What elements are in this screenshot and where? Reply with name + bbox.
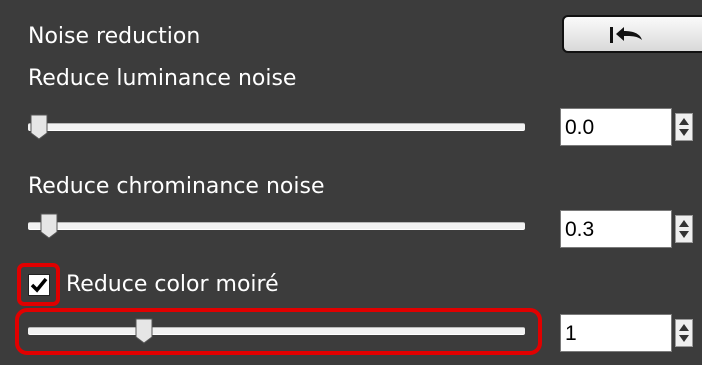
- spin-up-icon: [679, 118, 689, 125]
- luminance-spinner[interactable]: [675, 113, 693, 141]
- spin-down-icon: [679, 231, 689, 238]
- slider-track: [28, 222, 525, 230]
- checkmark-icon: [30, 277, 48, 293]
- chrominance-value-field[interactable]: 0.3: [560, 210, 693, 248]
- moire-checkbox[interactable]: [28, 274, 50, 296]
- moire-slider[interactable]: [28, 318, 525, 344]
- spin-down-icon: [679, 129, 689, 136]
- chrominance-slider[interactable]: [28, 213, 525, 239]
- luminance-slider[interactable]: [28, 114, 525, 140]
- slider-thumb[interactable]: [40, 213, 58, 239]
- luminance-value-field[interactable]: 0.0: [560, 108, 693, 146]
- spin-up-icon: [679, 324, 689, 331]
- moire-label: Reduce color moiré: [66, 272, 279, 297]
- luminance-label: Reduce luminance noise: [28, 66, 297, 91]
- section-title: Noise reduction: [28, 24, 201, 49]
- slider-track: [28, 327, 525, 335]
- luminance-value: 0.0: [565, 116, 595, 139]
- reset-arrow-icon: [610, 27, 642, 43]
- spin-up-icon: [679, 220, 689, 227]
- slider-thumb[interactable]: [135, 318, 153, 344]
- moire-value: 1: [565, 322, 577, 345]
- chrominance-value: 0.3: [565, 218, 595, 241]
- moire-value-field[interactable]: 1: [560, 314, 693, 352]
- reset-button[interactable]: [562, 15, 702, 53]
- noise-reduction-panel: Noise reduction Reduce luminance noise 0…: [0, 0, 702, 365]
- spin-down-icon: [679, 335, 689, 342]
- slider-thumb[interactable]: [30, 114, 48, 140]
- moire-spinner[interactable]: [675, 319, 693, 347]
- chrominance-label: Reduce chrominance noise: [28, 174, 325, 199]
- chrominance-spinner[interactable]: [675, 215, 693, 243]
- slider-track: [28, 123, 525, 131]
